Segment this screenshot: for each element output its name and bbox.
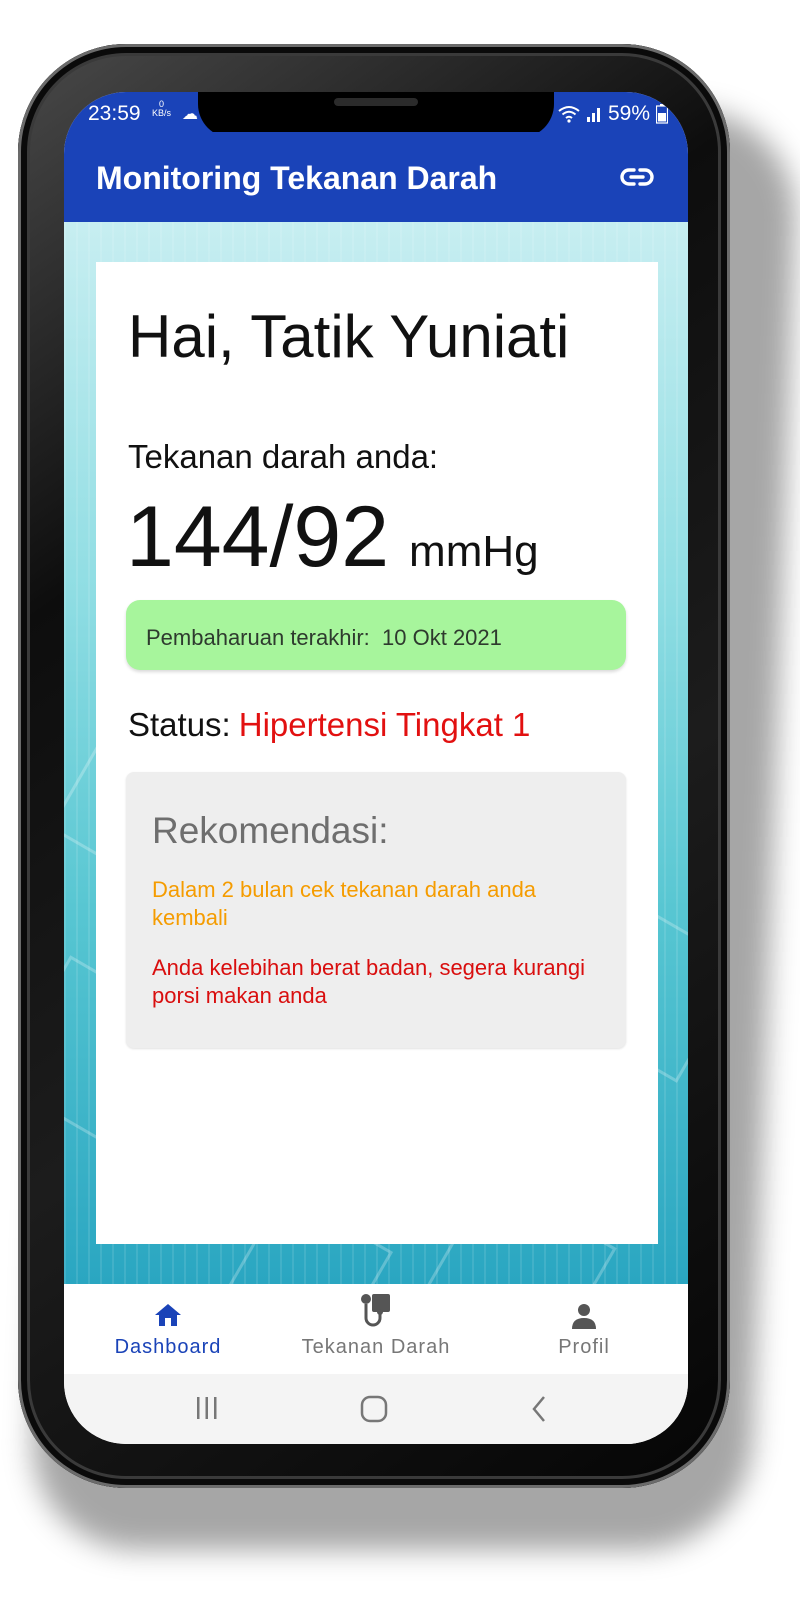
recommendation-item: Dalam 2 bulan cek tekanan darah anda kem… [152, 877, 537, 930]
dashboard-card: Hai, Tatik Yuniati Tekanan darah anda: 1… [96, 262, 658, 1244]
system-navigation-bar [64, 1374, 688, 1444]
status-value: Hipertensi Tingkat 1 [238, 706, 531, 743]
signal-icon [586, 108, 600, 122]
greeting: Hai, Tatik Yuniati [128, 303, 570, 370]
last-update-date: 10 Okt 2021 [382, 625, 502, 650]
back-icon[interactable] [529, 1394, 549, 1424]
recent-apps-icon[interactable] [195, 1394, 219, 1422]
blood-pressure-reading: 144/92 mmHg [126, 488, 539, 587]
last-update-box: Pembaharuan terakhir: 10 Okt 2021 [126, 600, 626, 670]
network-speed: 0 KB/s [152, 100, 171, 118]
app-title: Monitoring Tekanan Darah [96, 160, 498, 196]
app-bar: Monitoring Tekanan Darah [64, 132, 688, 222]
phone-screen: 23:59 0 KB/s ☁ 59% Monitoring Tekanan Da… [64, 92, 688, 1444]
blood-pressure-value: 144/92 [126, 489, 390, 585]
nav-profil[interactable]: Profil [480, 1284, 688, 1374]
nav-dashboard[interactable]: Dashboard [64, 1284, 272, 1374]
recommendation-title: Rekomendasi: [152, 810, 389, 851]
stethoscope-icon [361, 1294, 390, 1327]
nav-label: Tekanan Darah [301, 1336, 451, 1358]
last-update-text: Pembaharuan terakhir: 10 Okt 2021 [146, 625, 502, 651]
last-update-label: Pembaharuan terakhir: [146, 625, 370, 650]
network-speed-unit: KB/s [152, 108, 172, 118]
cloud-icon: ☁ [182, 106, 198, 123]
status-indicators: 59% [558, 102, 668, 126]
nav-label: Dashboard [114, 1336, 222, 1358]
recommendation-box: Rekomendasi: Dalam 2 bulan cek tekanan d… [126, 772, 626, 1048]
blood-pressure-unit: mmHg [409, 527, 539, 576]
status-time: 23:59 [88, 102, 141, 125]
nav-tekanan-darah[interactable]: Tekanan Darah [272, 1284, 480, 1374]
recommendation-item: Anda kelebihan berat badan, segera kuran… [152, 955, 585, 1008]
home-icon [155, 1304, 181, 1326]
blood-pressure-label: Tekanan darah anda: [128, 438, 439, 475]
speaker-grille [334, 98, 418, 106]
person-icon [572, 1304, 596, 1329]
status-line: Status: Hipertensi Tingkat 1 [128, 706, 530, 744]
bottom-navigation: Dashboard Tekanan Darah Profil [64, 1284, 688, 1374]
nav-label: Profil [558, 1336, 610, 1358]
battery-icon [656, 104, 668, 124]
link-icon[interactable] [620, 164, 654, 190]
battery-percent: 59% [607, 102, 650, 125]
status-label: Status: [128, 706, 231, 743]
wifi-icon [558, 106, 580, 123]
home-button-icon[interactable] [359, 1394, 389, 1424]
